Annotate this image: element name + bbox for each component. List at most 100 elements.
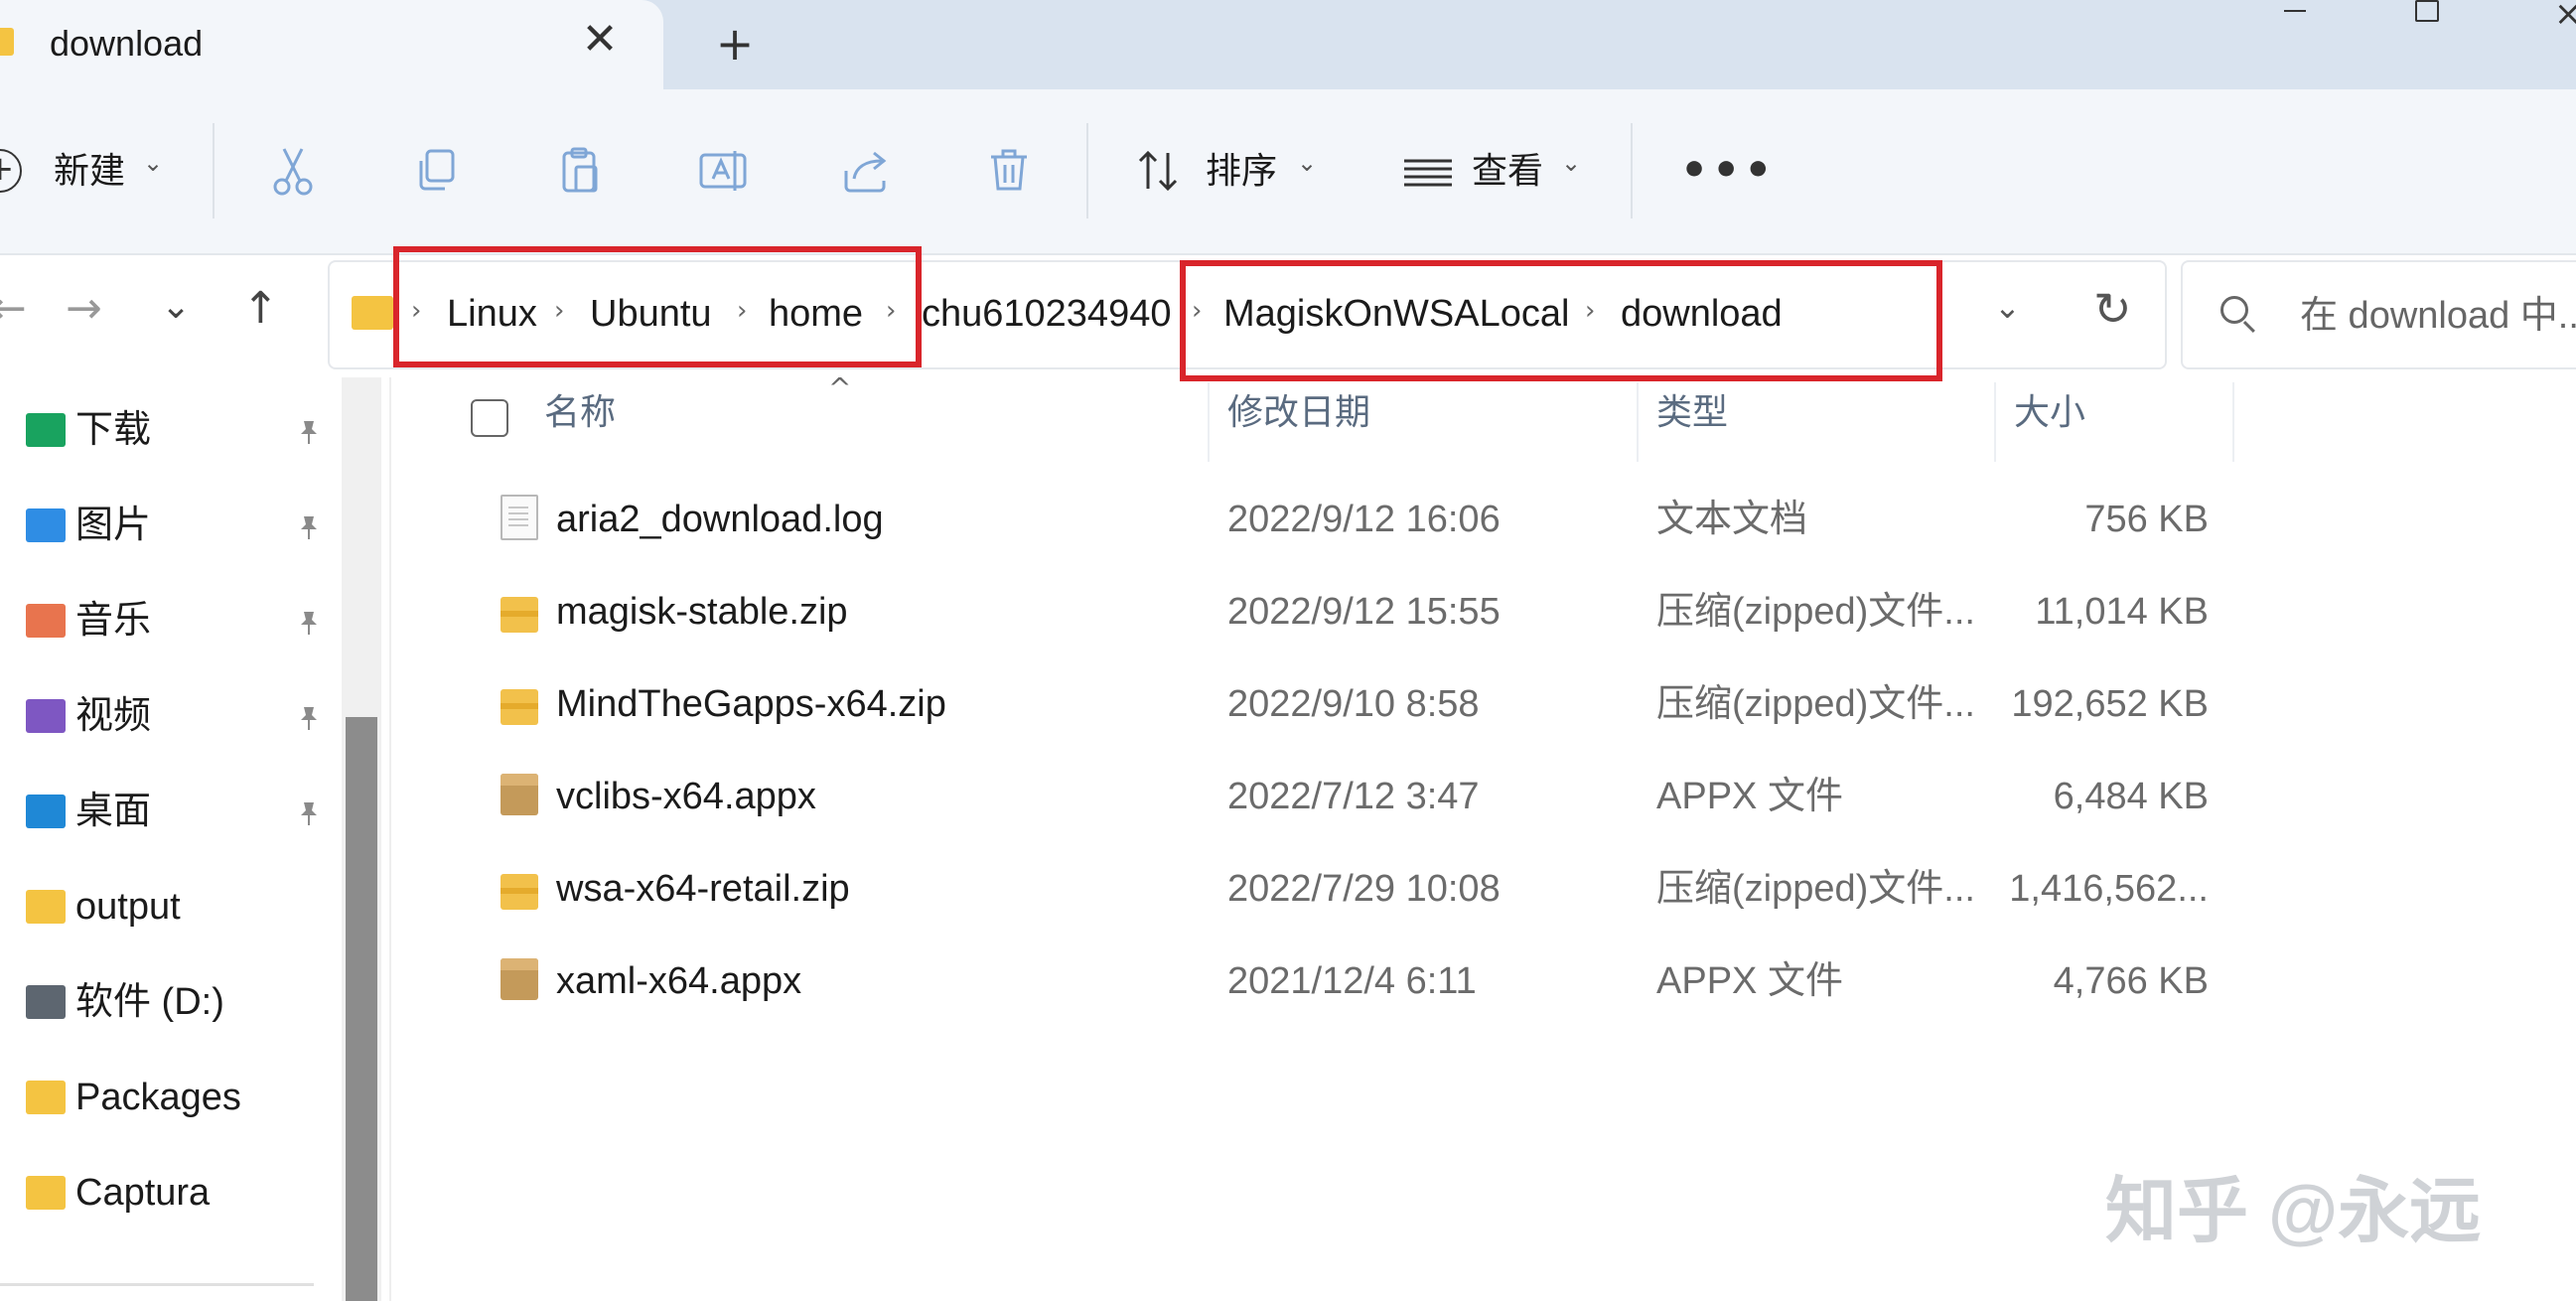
file-date: 2022/9/10 8:58: [1227, 683, 1480, 725]
pin-icon[interactable]: ⬤: [294, 703, 324, 733]
sidebar-item[interactable]: 下载 ⬤: [0, 391, 338, 471]
back-button[interactable]: ←: [0, 283, 27, 334]
sidebar-item-label: 桌面: [75, 791, 152, 832]
tab-close-icon[interactable]: ✕: [576, 16, 624, 64]
toolbar-divider: [213, 123, 215, 218]
chevron-down-icon[interactable]: ⌄: [1561, 149, 1581, 177]
download-folder-icon: [26, 413, 66, 447]
desktop-folder-icon: [26, 795, 66, 828]
paste-icon: [562, 147, 598, 193]
search-placeholder[interactable]: 在 download 中...: [2300, 292, 2576, 340]
cut-button[interactable]: [264, 141, 324, 201]
column-header-size[interactable]: 大小: [2014, 389, 2085, 435]
new-tab-button[interactable]: +: [707, 18, 763, 70]
sidebar-item[interactable]: output: [0, 868, 338, 947]
sidebar-item[interactable]: Packages: [0, 1059, 338, 1138]
column-divider[interactable]: [1994, 382, 1996, 462]
folder-icon: [26, 1176, 66, 1210]
close-window-button[interactable]: ×: [2554, 0, 2576, 34]
column-divider[interactable]: [1208, 382, 1210, 462]
tab-download[interactable]: download ✕: [0, 0, 663, 89]
pin-icon[interactable]: ⬤: [294, 608, 324, 638]
sort-indicator-icon: ^: [828, 371, 852, 404]
file-row[interactable]: magisk-stable.zip 2022/9/12 15:55 压缩(zippe…: [397, 567, 2234, 659]
column-divider[interactable]: [1637, 382, 1639, 462]
paste-button[interactable]: [550, 141, 610, 201]
column-header-type[interactable]: 类型: [1656, 389, 1728, 435]
maximize-button[interactable]: [2415, 0, 2439, 22]
file-row[interactable]: aria2_download.log 2022/9/12 16:06 文本文档 756…: [397, 475, 2234, 567]
file-type: APPX 文件: [1656, 776, 1843, 817]
sidebar-item[interactable]: 软件 (D:): [0, 963, 338, 1043]
more-options-button[interactable]: •••: [1680, 145, 1776, 196]
file-size: 192,652 KB: [2011, 683, 2209, 725]
file-row[interactable]: vclibs-x64.appx 2022/7/12 3:47 APPX 文件 6,48…: [397, 752, 2234, 844]
minimize-button[interactable]: [2274, 0, 2314, 20]
sidebar-divider: [0, 1283, 314, 1286]
chevron-down-icon[interactable]: ⌄: [1297, 149, 1317, 177]
drive-icon: [26, 985, 66, 1019]
sidebar-item-label: 下载: [75, 409, 152, 451]
file-row[interactable]: xaml-x64.appx 2021/12/4 6:11 APPX 文件 4,766 …: [397, 937, 2234, 1029]
zip-file-icon: [501, 874, 538, 910]
rename-button[interactable]: [693, 141, 753, 201]
file-row[interactable]: wsa-x64-retail.zip 2022/7/29 10:08 压缩(zipp…: [397, 844, 2234, 937]
sort-icon[interactable]: [1130, 141, 1190, 201]
chevron-down-icon[interactable]: ⌄: [143, 149, 163, 177]
share-icon: [844, 151, 887, 193]
file-name: aria2_download.log: [556, 499, 884, 540]
view-icon[interactable]: [1398, 141, 1458, 201]
file-row[interactable]: MindTheGapps-x64.zip 2022/9/10 8:58 压缩(zip…: [397, 659, 2234, 752]
sidebar-item-label: 软件 (D:): [75, 981, 224, 1023]
recent-locations-button[interactable]: ⌄: [161, 286, 191, 327]
file-name: vclibs-x64.appx: [556, 776, 816, 817]
folder-icon: [26, 1081, 66, 1114]
sidebar-item-label: 图片: [75, 505, 152, 546]
select-all-checkbox[interactable]: [471, 399, 508, 437]
sidebar-item[interactable]: 桌面 ⬤: [0, 773, 338, 852]
trash-icon: [991, 149, 1027, 191]
sidebar-item-label: Captura: [75, 1172, 211, 1214]
folder-icon: [0, 28, 14, 56]
file-date: 2022/7/29 10:08: [1227, 868, 1501, 910]
copy-icon: [419, 149, 455, 191]
view-button[interactable]: 查看: [1472, 147, 1543, 195]
address-dropdown-icon[interactable]: ⌄: [1994, 288, 2021, 326]
command-bar: [0, 89, 2576, 255]
new-button[interactable]: 新建: [54, 147, 125, 195]
sidebar-item[interactable]: 视频 ⬤: [0, 677, 338, 757]
sidebar-item[interactable]: 音乐 ⬤: [0, 582, 338, 661]
toolbar-divider: [1631, 123, 1633, 218]
pin-icon[interactable]: ⬤: [294, 512, 324, 542]
file-size: 4,766 KB: [2053, 960, 2209, 1002]
column-divider[interactable]: [2232, 382, 2234, 462]
column-header-name[interactable]: 名称: [544, 389, 616, 435]
copy-button[interactable]: [407, 141, 467, 201]
file-size: 11,014 KB: [2035, 591, 2209, 633]
zip-file-icon: [501, 689, 538, 725]
zip-file-icon: [501, 597, 538, 633]
column-header-date[interactable]: 修改日期: [1227, 389, 1370, 435]
log-file-icon: [501, 495, 538, 540]
forward-button[interactable]: →: [66, 283, 102, 334]
delete-button[interactable]: [979, 141, 1039, 201]
file-type: 压缩(zipped)文件...: [1656, 683, 1975, 725]
rename-icon: [699, 151, 747, 191]
sort-button[interactable]: 排序: [1206, 147, 1277, 195]
sidebar-scrollbar-thumb[interactable]: [346, 717, 377, 1301]
sidebar-item-label: output: [75, 886, 181, 928]
share-button[interactable]: [836, 141, 896, 201]
breadcrumb-user[interactable]: chu610234940: [922, 290, 1171, 338]
refresh-icon[interactable]: ↻: [2093, 282, 2132, 336]
sidebar-item[interactable]: Captura: [0, 1154, 338, 1233]
file-name: wsa-x64-retail.zip: [556, 868, 850, 910]
up-button[interactable]: ↑: [242, 283, 279, 334]
navigation-pane: 下载 ⬤ 图片 ⬤ 音乐 ⬤ 视频 ⬤ 桌面 ⬤ output 软件 (D:) Packages Capt…: [0, 377, 338, 1301]
music-folder-icon: [26, 604, 66, 638]
pin-icon[interactable]: ⬤: [294, 798, 324, 828]
pin-icon[interactable]: ⬤: [294, 417, 324, 447]
folder-icon: [352, 296, 393, 330]
sidebar-item-label: 音乐: [75, 600, 152, 642]
sidebar-item[interactable]: 图片 ⬤: [0, 487, 338, 566]
pictures-folder-icon: [26, 508, 66, 542]
